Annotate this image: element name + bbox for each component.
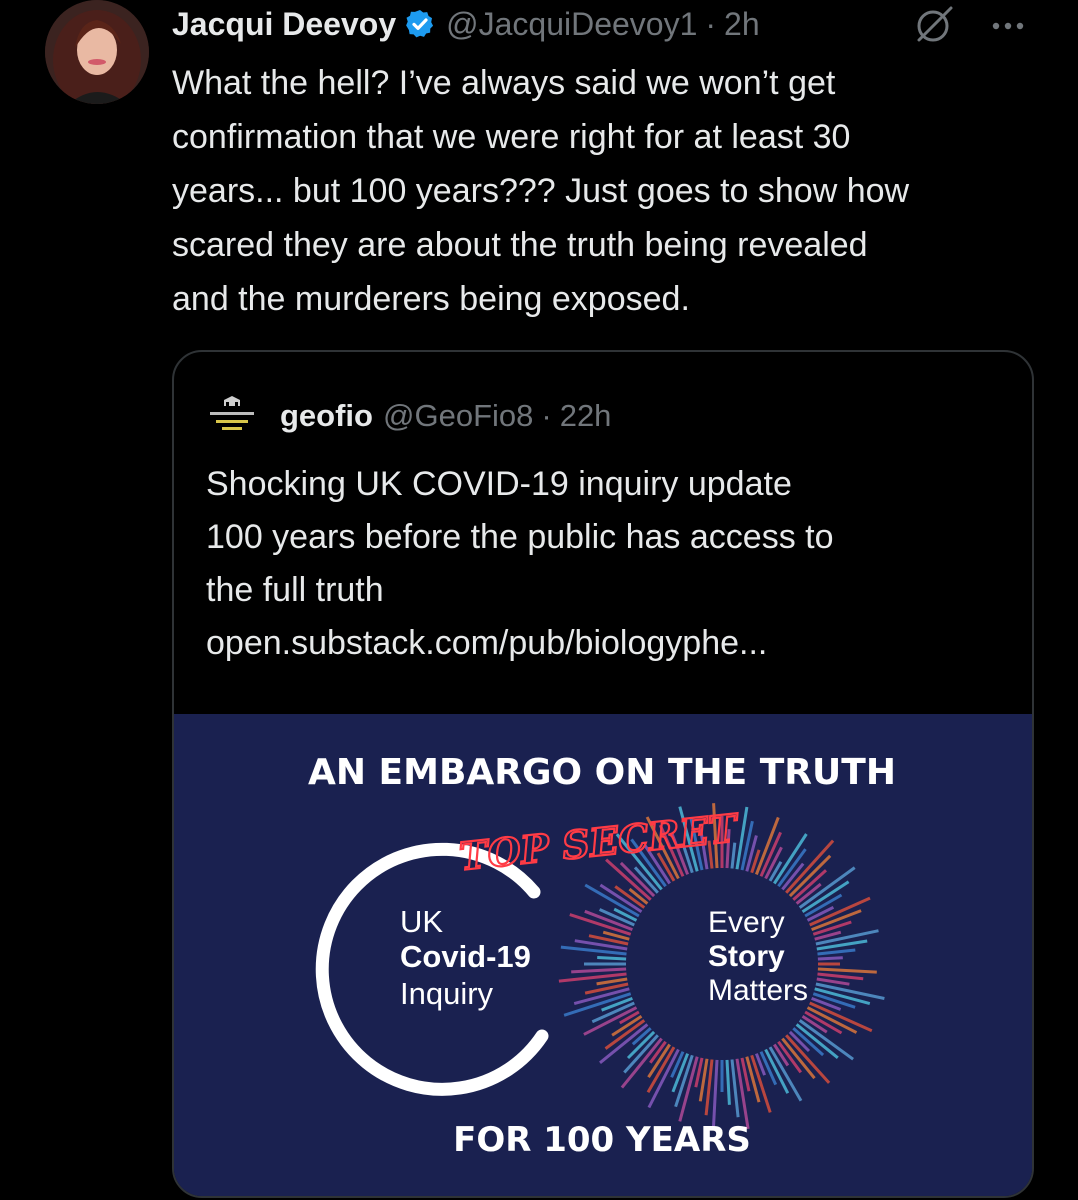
quoted-author-avatar[interactable]: [206, 394, 258, 438]
tweet-timestamp[interactable]: 2h: [724, 6, 760, 43]
story-line-every: Every: [708, 906, 785, 939]
verified-badge-icon: [406, 10, 434, 38]
separator-dot: ·: [541, 398, 552, 433]
image-footer: FOR 100 YEARS: [453, 1120, 751, 1160]
logo-line-covid: Covid-19: [400, 939, 531, 974]
tweet-body: What the hell? I’ve always said we won’t…: [172, 56, 1042, 326]
tweet-text-line: scared they are about the truth being re…: [172, 226, 868, 264]
logo-line-inquiry: Inquiry: [400, 976, 494, 1011]
quoted-tweet-header: geofio @GeoFio8 · 22h: [206, 392, 611, 440]
quoted-text-line: Shocking UK COVID-19 inquiry update: [206, 465, 792, 503]
burst-ray: [597, 956, 627, 961]
separator-dot: ·: [705, 5, 717, 42]
tweet-text-line: confirmation that we were right for at l…: [172, 118, 851, 156]
author-name[interactable]: Jacqui Deevoy: [172, 6, 396, 43]
quoted-tweet-timestamp[interactable]: 22h: [560, 398, 612, 434]
grok-icon[interactable]: [913, 4, 955, 44]
author-handle[interactable]: @JacquiDeevoy1: [446, 6, 697, 43]
avatar-image: [45, 0, 149, 104]
logo-line-uk: UK: [400, 904, 443, 939]
tweet-text-line: and the murderers being exposed.: [172, 280, 690, 318]
story-line-story: Story: [708, 940, 785, 973]
quoted-text-line: the full truth: [206, 571, 384, 609]
quoted-tweet-card[interactable]: geofio @GeoFio8 · 22h Shocking UK COVID-…: [172, 350, 1034, 1198]
tweet-text-line: years... but 100 years??? Just goes to s…: [172, 172, 910, 210]
tweet-header: Jacqui Deevoy @JacquiDeevoy1 · 2h: [172, 2, 1042, 46]
quoted-link[interactable]: open.substack.com/pub/biologyphe...: [206, 617, 1006, 670]
quoted-text-line: 100 years before the public has access t…: [206, 518, 834, 556]
author-avatar[interactable]: [45, 0, 149, 104]
tweet-text-line: What the hell? I’ve always said we won’t…: [172, 64, 836, 102]
more-options-icon[interactable]: [988, 4, 1028, 44]
image-headline: AN EMBARGO ON THE TRUTH: [308, 752, 896, 793]
burst-ray: [817, 956, 843, 961]
quoted-tweet-image[interactable]: AN EMBARGO ON THE TRUTH UK Covid-19 Inqu…: [174, 714, 1032, 1196]
quoted-author-handle[interactable]: @GeoFio8: [383, 398, 533, 434]
quoted-tweet-body: Shocking UK COVID-19 inquiry update 100 …: [206, 458, 1006, 670]
quoted-author-name[interactable]: geofio: [280, 398, 373, 434]
story-line-matters: Matters: [708, 974, 808, 1007]
